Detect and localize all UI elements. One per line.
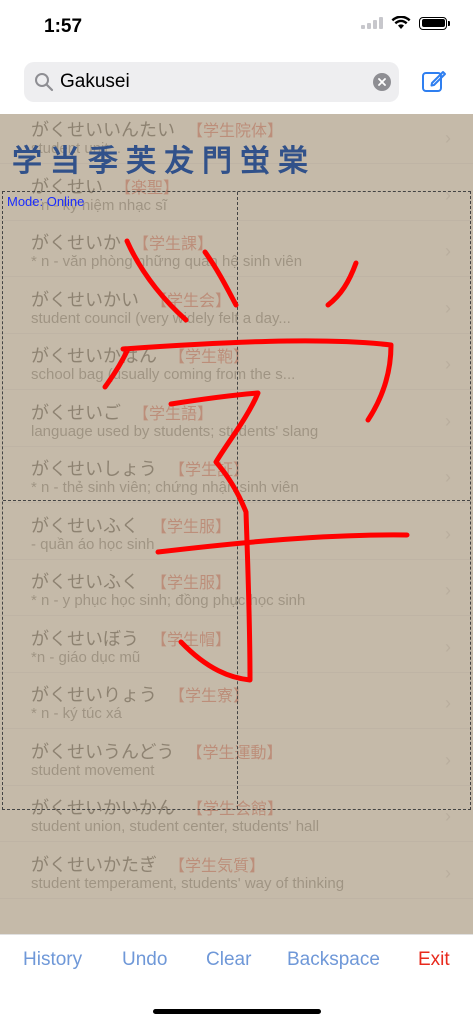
search-row — [0, 62, 473, 104]
cellular-signal-icon — [361, 17, 383, 29]
candidate-character[interactable]: 季 — [88, 136, 118, 180]
battery-icon — [419, 16, 450, 30]
candidate-character[interactable]: 蛍 — [240, 136, 270, 180]
undo-button[interactable]: Undo — [122, 949, 167, 971]
ink-stroke-1 — [124, 238, 189, 323]
candidate-character[interactable]: 棠 — [278, 136, 308, 180]
candidate-character[interactable]: 犮 — [164, 136, 194, 180]
ink-stroke-3 — [325, 260, 359, 308]
status-bar: 1:57 — [0, 0, 473, 52]
backspace-button[interactable]: Backspace — [287, 949, 380, 971]
candidate-character[interactable]: 芙 — [126, 136, 156, 180]
candidate-character[interactable]: 学 — [12, 136, 42, 180]
exit-button[interactable]: Exit — [418, 949, 450, 971]
clear-button[interactable]: Clear — [206, 949, 251, 971]
handwriting-overlay: 学当季芙犮門蛍棠 Mode: Online — [0, 114, 473, 934]
status-icons — [361, 16, 450, 30]
clear-search-button[interactable] — [373, 73, 391, 91]
ink-strokes — [102, 238, 410, 683]
history-button[interactable]: History — [23, 949, 82, 971]
ink-stroke-5 — [168, 390, 261, 683]
candidate-character[interactable]: 当 — [50, 136, 80, 180]
bottom-toolbar: History Undo Clear Backspace Exit — [0, 934, 473, 1024]
search-field[interactable] — [24, 62, 399, 102]
home-indicator — [153, 1009, 321, 1014]
candidate-character[interactable]: 門 — [202, 136, 232, 180]
search-icon — [35, 73, 54, 92]
ink-stroke-6 — [155, 532, 410, 555]
search-input[interactable] — [60, 71, 350, 93]
compose-icon[interactable] — [421, 68, 447, 94]
ink-stroke-2 — [202, 249, 239, 308]
close-icon — [378, 78, 386, 86]
candidate-bar: 学当季芙犮門蛍棠 — [12, 136, 308, 180]
wifi-icon — [391, 16, 411, 29]
status-time: 1:57 — [44, 16, 83, 37]
handwriting-pad[interactable] — [2, 191, 471, 810]
